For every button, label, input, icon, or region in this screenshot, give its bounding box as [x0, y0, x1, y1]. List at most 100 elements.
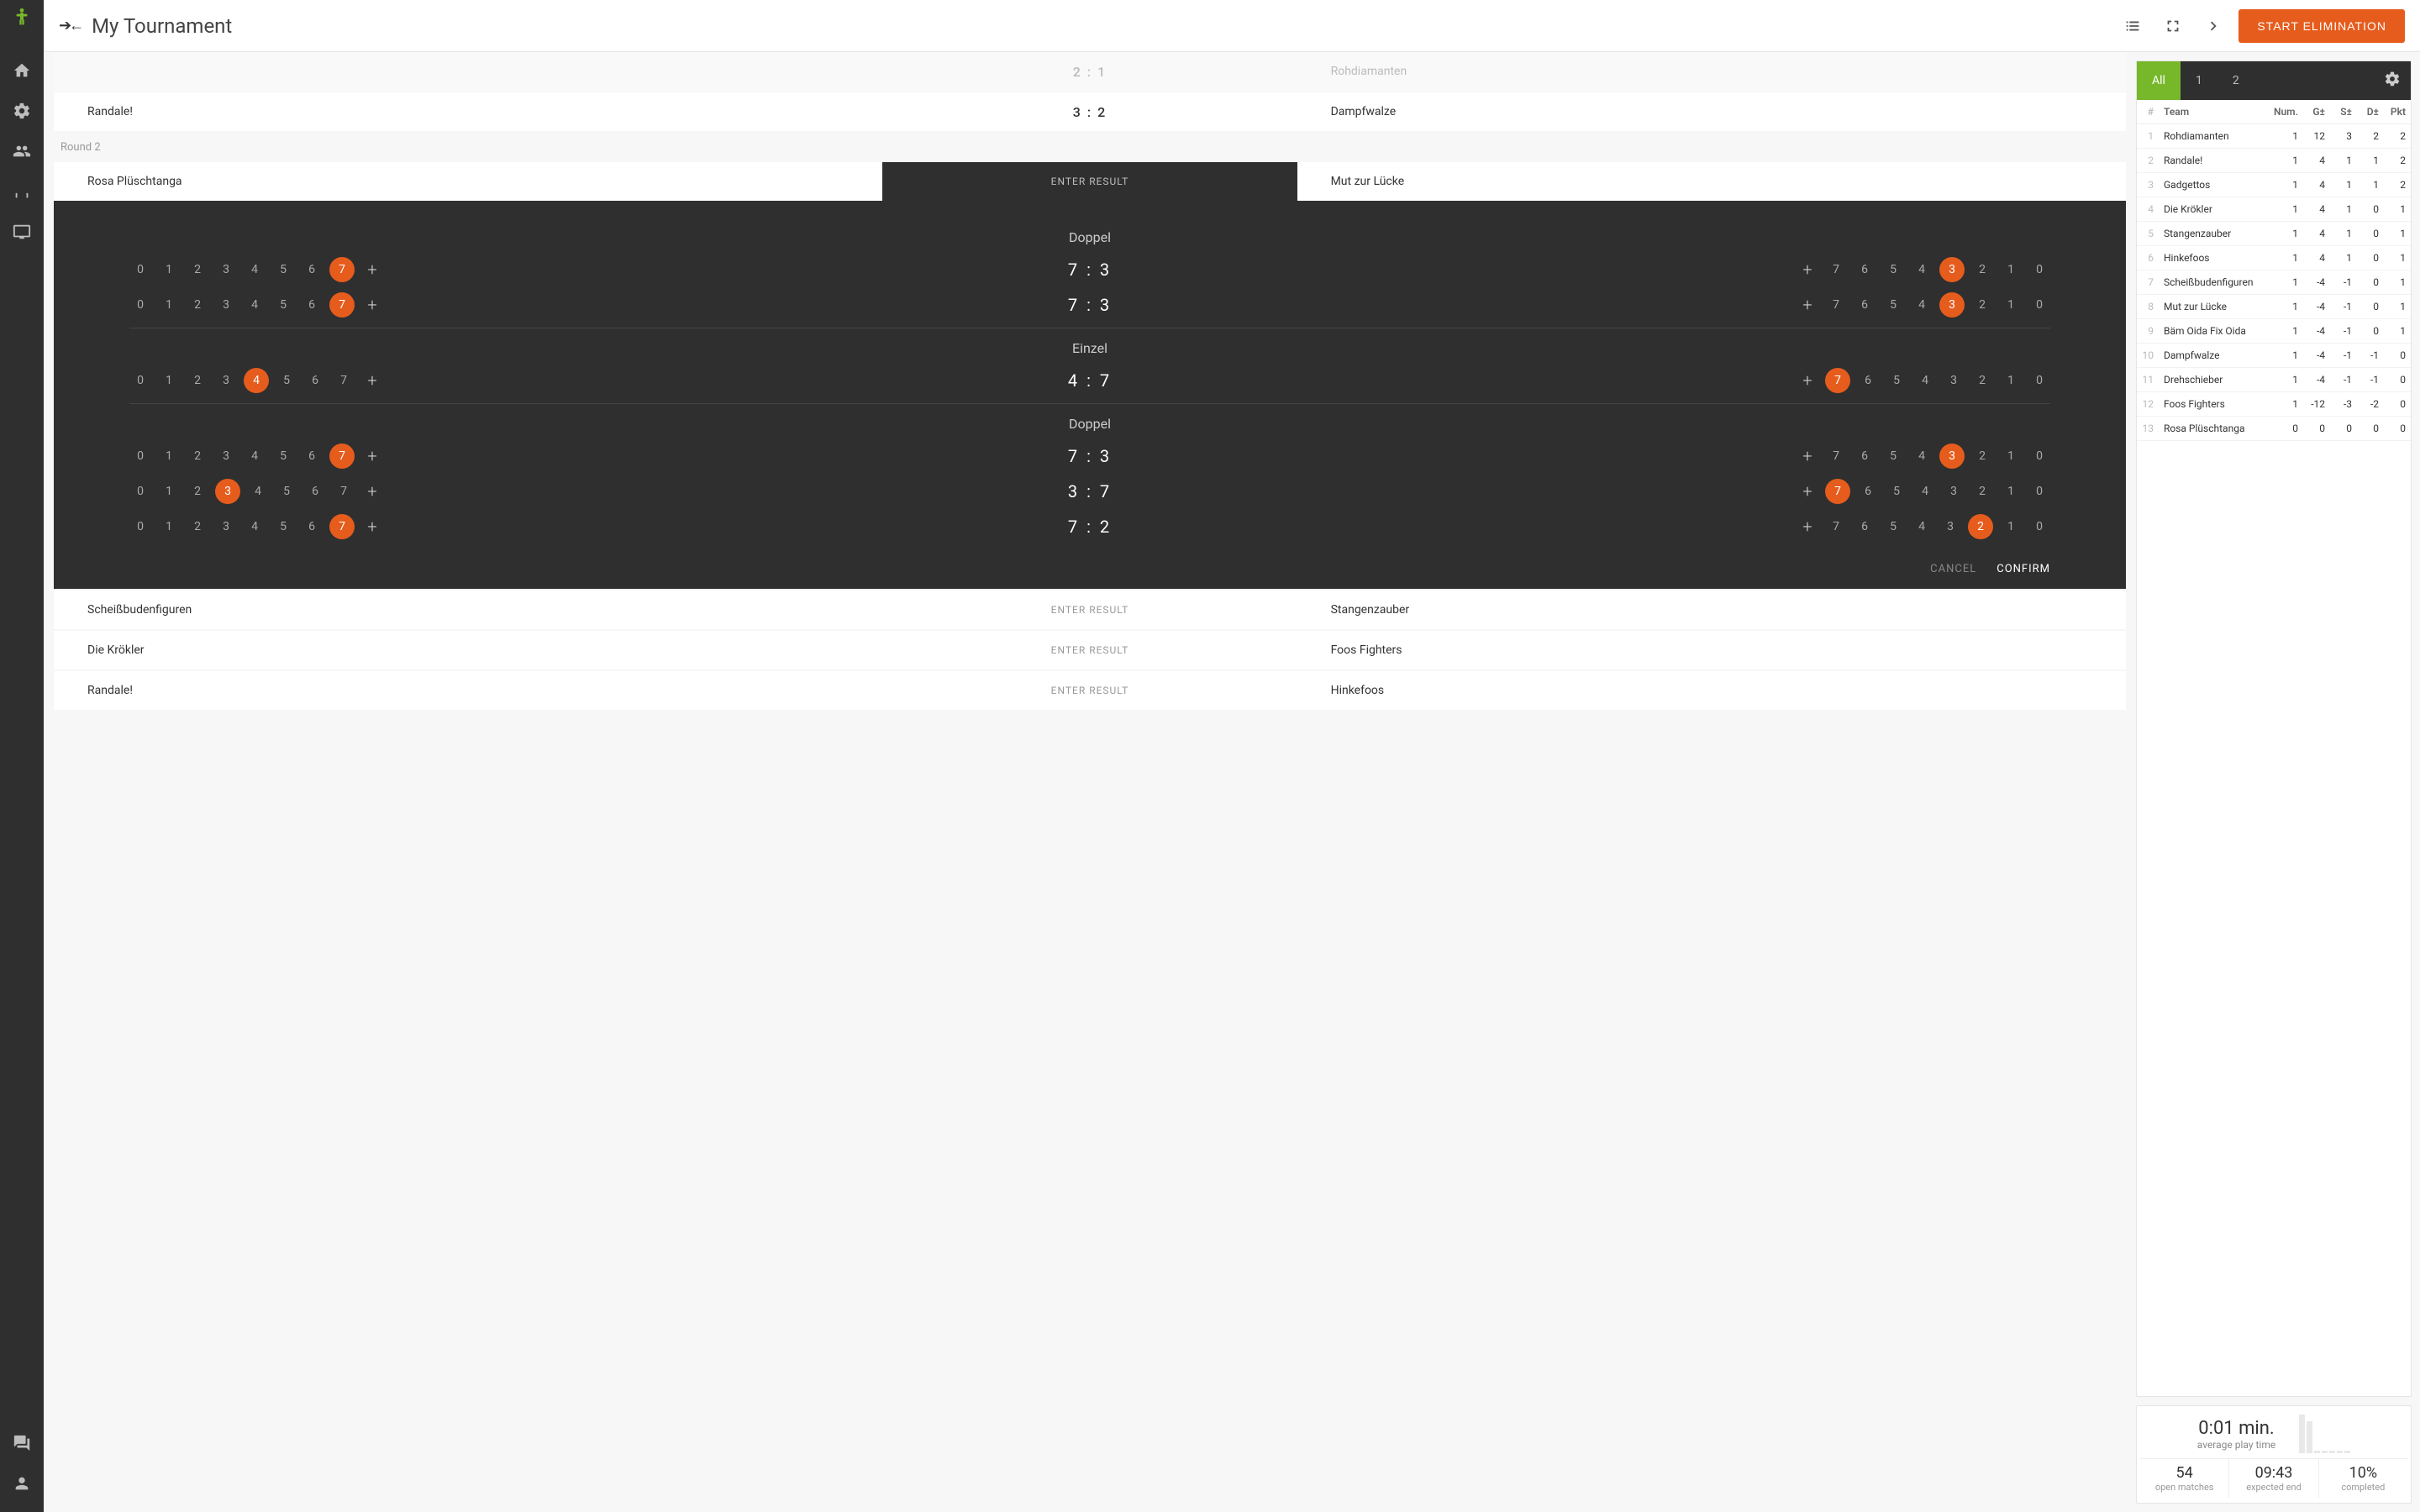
score-option[interactable]: 6 — [301, 263, 323, 276]
score-option[interactable]: 2 — [1971, 298, 1993, 312]
score-option[interactable]: 2 — [187, 298, 208, 312]
score-option[interactable]: 2 — [1971, 485, 1993, 498]
nav-feedback[interactable] — [0, 1423, 44, 1463]
score-option[interactable]: 7 — [1825, 298, 1847, 312]
score-option[interactable]: 2 — [1971, 263, 1993, 276]
score-option[interactable]: 7 — [333, 374, 355, 387]
score-option[interactable]: 7 — [1825, 263, 1847, 276]
score-option[interactable]: 1 — [158, 374, 180, 387]
score-option[interactable]: 4 — [244, 520, 266, 533]
score-option[interactable]: 0 — [2028, 298, 2050, 312]
score-option[interactable]: 3 — [215, 263, 237, 276]
score-option[interactable]: 2 — [187, 263, 208, 276]
cancel-button[interactable]: CANCEL — [1930, 563, 1976, 575]
score-option[interactable]: 4 — [244, 368, 269, 393]
score-option[interactable]: 3 — [1939, 292, 1965, 318]
score-option[interactable]: 6 — [301, 520, 323, 533]
score-option[interactable]: 1 — [158, 263, 180, 276]
score-option[interactable]: 3 — [215, 479, 240, 504]
score-increment-right[interactable]: + — [1797, 517, 1818, 537]
score-option[interactable]: 3 — [1939, 257, 1965, 282]
score-option[interactable]: 5 — [1882, 449, 1904, 463]
score-option[interactable]: 4 — [1914, 485, 1936, 498]
nav-account[interactable] — [0, 1463, 44, 1504]
rank-row[interactable]: 3Gadgettos14112 — [2137, 173, 2411, 197]
score-option[interactable]: 6 — [1857, 374, 1879, 387]
rank-tab-all[interactable]: All — [2137, 61, 2181, 100]
score-option[interactable]: 2 — [1971, 374, 1993, 387]
score-option[interactable]: 5 — [272, 520, 294, 533]
score-option[interactable]: 1 — [2000, 449, 2022, 463]
score-option[interactable]: 5 — [1882, 298, 1904, 312]
score-increment-left[interactable]: + — [361, 295, 383, 315]
rank-row[interactable]: 8Mut zur Lücke1-4-101 — [2137, 295, 2411, 319]
score-option[interactable]: 4 — [1911, 298, 1933, 312]
nav-home[interactable] — [0, 50, 44, 91]
score-option[interactable]: 7 — [1825, 520, 1847, 533]
score-increment-left[interactable]: + — [361, 260, 383, 280]
nav-settings[interactable] — [0, 91, 44, 131]
rank-row[interactable]: 10Dampfwalze1-4-1-10 — [2137, 344, 2411, 368]
score-option[interactable]: 0 — [2028, 263, 2050, 276]
score-option[interactable]: 3 — [1939, 444, 1965, 469]
enter-result-tab[interactable]: ENTER RESULT — [882, 162, 1297, 201]
match-row[interactable]: Randale!ENTER RESULTHinkefoos — [54, 671, 2126, 710]
score-option[interactable]: 6 — [304, 374, 326, 387]
score-option[interactable]: 0 — [2028, 485, 2050, 498]
score-option[interactable]: 6 — [301, 449, 323, 463]
rank-row[interactable]: 7Scheißbudenfiguren1-4-101 — [2137, 270, 2411, 295]
score-option[interactable]: 2 — [1971, 449, 1993, 463]
score-option[interactable]: 1 — [158, 298, 180, 312]
rank-row[interactable]: 9Bäm Oida Fix Oida1-4-101 — [2137, 319, 2411, 344]
score-option[interactable]: 4 — [247, 485, 269, 498]
score-increment-left[interactable]: + — [361, 517, 383, 537]
score-increment-right[interactable]: + — [1797, 481, 1818, 501]
rank-row[interactable]: 1Rohdiamanten112322 — [2137, 124, 2411, 149]
score-increment-right[interactable]: + — [1797, 295, 1818, 315]
score-increment-right[interactable]: + — [1797, 260, 1818, 280]
score-option[interactable]: 3 — [215, 374, 237, 387]
score-option[interactable]: 1 — [2000, 374, 2022, 387]
score-option[interactable]: 0 — [129, 374, 151, 387]
score-option[interactable]: 6 — [1854, 520, 1876, 533]
score-option[interactable]: 2 — [187, 520, 208, 533]
rank-tab-group-2[interactable]: 2 — [2217, 61, 2254, 100]
score-option[interactable]: 7 — [329, 292, 355, 318]
ranking-settings-button[interactable] — [2374, 71, 2411, 91]
list-view-button[interactable] — [2118, 11, 2148, 41]
score-option[interactable]: 5 — [1886, 374, 1907, 387]
score-option[interactable]: 5 — [1886, 485, 1907, 498]
score-option[interactable]: 7 — [1825, 479, 1850, 504]
score-option[interactable]: 5 — [272, 298, 294, 312]
score-increment-right[interactable]: + — [1797, 370, 1818, 391]
score-option[interactable]: 4 — [244, 263, 266, 276]
score-option[interactable]: 7 — [329, 257, 355, 282]
score-option[interactable]: 1 — [2000, 298, 2022, 312]
match-row[interactable]: Randale! 3 : 2 Dampfwalze — [54, 92, 2126, 131]
score-option[interactable]: 1 — [2000, 485, 2022, 498]
nav-screens[interactable] — [0, 212, 44, 252]
score-option[interactable]: 4 — [244, 298, 266, 312]
score-option[interactable]: 3 — [1939, 520, 1961, 533]
score-option[interactable]: 7 — [329, 444, 355, 469]
score-option[interactable]: 2 — [1968, 514, 1993, 539]
score-option[interactable]: 1 — [2000, 520, 2022, 533]
score-option[interactable]: 4 — [1914, 374, 1936, 387]
rank-row[interactable]: 6Hinkefoos14101 — [2137, 246, 2411, 270]
score-option[interactable]: 0 — [129, 263, 151, 276]
score-option[interactable]: 6 — [1857, 485, 1879, 498]
score-option[interactable]: 3 — [215, 449, 237, 463]
match-row[interactable]: ScheißbudenfigurenENTER RESULTStangenzau… — [54, 591, 2126, 629]
score-option[interactable]: 3 — [1943, 485, 1965, 498]
score-option[interactable]: 7 — [333, 485, 355, 498]
score-option[interactable]: 0 — [129, 520, 151, 533]
score-option[interactable]: 6 — [1854, 449, 1876, 463]
rank-row[interactable]: 2Randale!14112 — [2137, 149, 2411, 173]
score-option[interactable]: 3 — [215, 520, 237, 533]
rank-row[interactable]: 12Foos Fighters1-12-3-20 — [2137, 392, 2411, 417]
nav-players[interactable] — [0, 131, 44, 171]
score-option[interactable]: 6 — [1854, 298, 1876, 312]
score-option[interactable]: 4 — [1911, 520, 1933, 533]
rank-row[interactable]: 11Drehschieber1-4-1-10 — [2137, 368, 2411, 392]
score-option[interactable]: 5 — [1882, 520, 1904, 533]
